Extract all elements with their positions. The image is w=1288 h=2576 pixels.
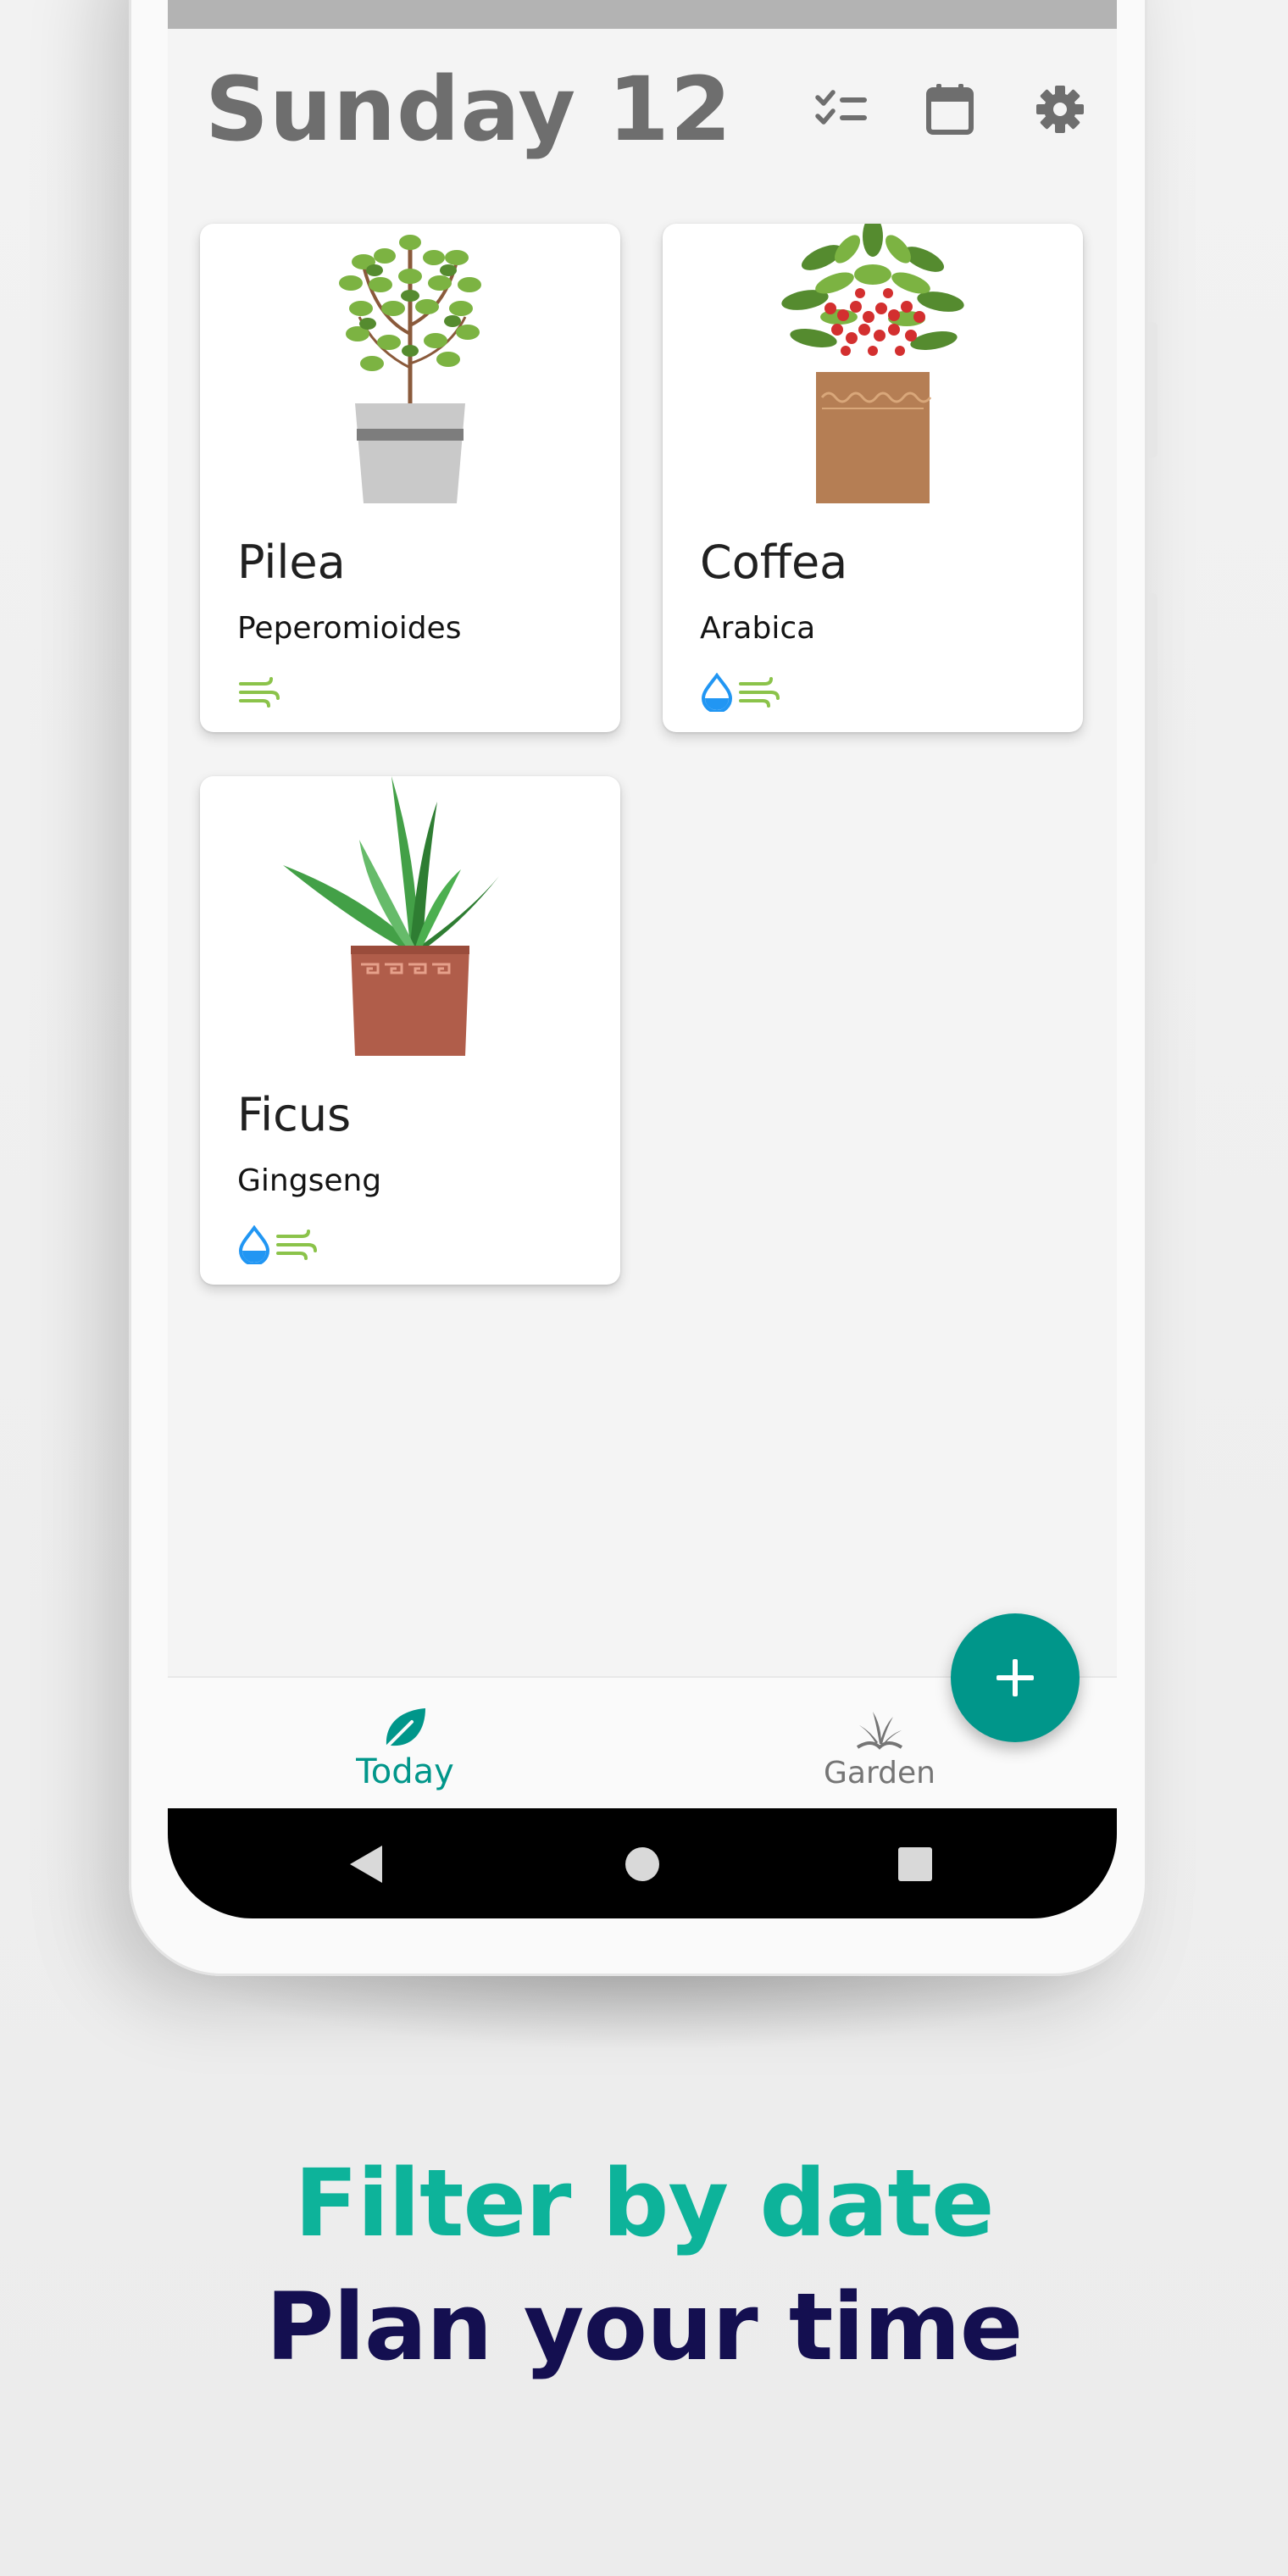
promo-headline-filter: Filter by date [294,2149,994,2257]
status-bar [168,0,1117,29]
plant-name: Coffea [700,536,848,589]
plant-needs [237,671,280,713]
plant-needs [700,671,780,713]
recents-square-icon[interactable] [891,1840,939,1888]
ficus-plant-illustration [283,776,499,1056]
gear-icon[interactable] [1030,80,1090,139]
plant-species: Arabica [700,611,816,646]
promo-headline-plan: Plan your time [265,2273,1024,2381]
app-screen: Sunday 12 Pilea Peperomioides Coffea Ara… [168,0,1117,1918]
water-drop-icon [238,1225,270,1264]
wind-icon [276,1230,317,1260]
plus-icon [997,1659,1034,1696]
plant-name: Ficus [237,1088,352,1141]
page-title: Sunday 12 [205,58,733,161]
plant-card-ficus[interactable]: Ficus Gingseng [200,776,620,1285]
system-navigation-bar [168,1808,1117,1918]
checklist-icon[interactable] [812,80,871,139]
phone-side-button [1147,322,1158,458]
wind-icon [739,677,780,708]
plant-card-coffea[interactable]: Coffea Arabica [663,224,1083,732]
leaf-icon [385,1708,425,1749]
nav-item-today[interactable]: Today [168,1678,642,1810]
plant-card-pilea[interactable]: Pilea Peperomioides [200,224,620,732]
nav-label-garden: Garden [824,1756,935,1790]
add-plant-button[interactable] [951,1613,1080,1742]
phone-side-button [1147,593,1158,864]
plant-needs [237,1224,317,1266]
coffea-plant-illustration [781,224,964,503]
calendar-icon[interactable] [920,80,980,139]
nav-label-today: Today [356,1752,454,1791]
wind-icon [239,677,280,708]
back-triangle-icon[interactable] [342,1840,390,1888]
plant-species: Peperomioides [237,611,462,646]
water-drop-icon [701,673,733,712]
plant-species: Gingseng [237,1163,382,1198]
plant-name: Pilea [237,536,346,589]
grass-icon [856,1712,903,1750]
home-circle-icon[interactable] [619,1840,666,1888]
pilea-plant-illustration [339,235,481,503]
